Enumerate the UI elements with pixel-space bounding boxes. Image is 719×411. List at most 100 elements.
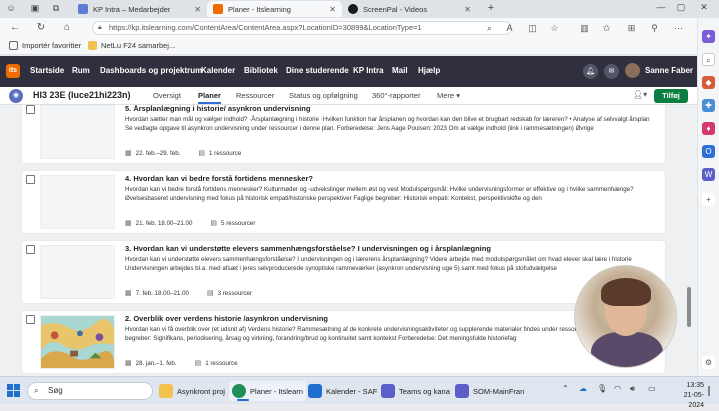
tab-status[interactable]: Status og opfølgning <box>289 91 358 100</box>
tools-icon[interactable]: ✚ <box>702 99 715 112</box>
messages-icon[interactable]: ✉ <box>604 64 619 79</box>
plan-card[interactable]: 4. Hvordan kan vi bedre forstå fortidens… <box>22 171 665 233</box>
url-field[interactable]: 🔒︎ https://kp.itslearning.com/ContentAre… <box>92 21 512 35</box>
plan-title[interactable]: 5. Årsplanlægning i historie/ asynkron u… <box>125 105 310 113</box>
plan-card[interactable]: 5. Årsplanlægning i historie/ asynkron u… <box>22 105 665 163</box>
person-menu-icon[interactable]: 👤︎▾ <box>633 90 647 99</box>
taskbar-app-outlook[interactable]: Kalender - SAF <box>305 381 380 401</box>
nav-dashboards[interactable]: Dashboards og projektrum <box>100 66 202 75</box>
back-icon[interactable]: ← <box>8 22 22 34</box>
profile-icon[interactable]: ☺ <box>5 2 17 14</box>
favorite-netlu[interactable]: NetLu F24 samarbej... <box>88 41 175 50</box>
close-tab-icon[interactable]: ✕ <box>321 5 336 14</box>
favorite-label: NetLu F24 samarbej... <box>101 41 176 50</box>
plan-meta: ▦ 22. feb.–29. feb. ▤ 1 ressource <box>125 149 241 158</box>
word-icon[interactable]: W <box>702 168 715 181</box>
wifi-icon[interactable]: ◠ <box>614 384 621 393</box>
user-menu[interactable]: Sanne Faber <box>625 63 693 78</box>
tab-screenpal[interactable]: ScreenPal - Videos ✕ <box>342 1 477 17</box>
plan-dates: 22. feb.–29. feb. <box>135 149 181 157</box>
plan-title[interactable]: 4. Hvordan kan vi bedre forstå fortidens… <box>125 174 313 183</box>
close-tab-icon[interactable]: ✕ <box>186 5 201 14</box>
favorite-import[interactable]: Importér favoritter <box>9 41 81 50</box>
read-aloud-icon[interactable]: A <box>503 22 516 34</box>
zoom-icon[interactable]: ⌕ <box>483 22 496 34</box>
close-tab-icon[interactable]: ✕ <box>456 5 471 14</box>
sidebar-settings-icon[interactable]: ⚙ <box>702 356 715 369</box>
course-sub-nav: ◉ HI3 23E (luce21hi223n) Oversigt Planer… <box>0 87 697 105</box>
favorite-star-icon[interactable]: ☆ <box>548 22 561 34</box>
maximize-icon[interactable]: ▢ <box>674 2 688 13</box>
refresh-icon[interactable]: ↻ <box>34 22 48 34</box>
taskbar-search[interactable]: ⌕ Søg <box>27 382 153 400</box>
browser-tab-strip: ☺ ▣ ⧉ KP Intra – Medarbejder ✕ Planer - … <box>0 0 719 18</box>
nav-kp-intra[interactable]: KP Intra <box>353 66 384 75</box>
tab-planer[interactable]: Planer <box>198 91 221 104</box>
address-bar-row: ← ↻ ⌂ 🔒︎ https://kp.itslearning.com/Cont… <box>0 18 697 38</box>
tab-ressourcer[interactable]: Ressourcer <box>236 91 274 100</box>
more-options-icon[interactable]: ⋯ <box>672 22 685 34</box>
plan-card[interactable]: 3. Hvordan kan vi understøtte elevers sa… <box>22 241 665 303</box>
plan-title[interactable]: 2. Overblik over verdens historie /asynk… <box>125 314 328 323</box>
plan-meta: ▦ 28. jan.–1. feb. ▤ 1 ressource <box>125 359 238 368</box>
taskbar-clock[interactable]: 13:35 21-05-2024 <box>670 381 704 411</box>
teams-meeting-icon <box>455 384 469 398</box>
plan-description: Hvordan kan vi understøtte elevers samme… <box>125 256 632 272</box>
course-title: HI3 23E (luce21hi223n) <box>33 90 131 100</box>
nav-bibliotek[interactable]: Bibliotek <box>244 66 278 75</box>
new-tab-button[interactable]: + <box>484 2 498 14</box>
favorites-icon[interactable]: ✩ <box>600 22 613 34</box>
plan-title[interactable]: 3. Hvordan kan vi understøtte elevers sa… <box>125 244 491 253</box>
taskbar-app-teams-meeting[interactable]: SOM-MainFran <box>452 381 527 401</box>
nav-dine-studerende[interactable]: Dine studerende <box>286 66 349 75</box>
windows-start-icon[interactable] <box>7 384 20 397</box>
page-scrollbar[interactable] <box>686 107 692 374</box>
tab-oversigt[interactable]: Oversigt <box>153 91 181 100</box>
plan-checkbox[interactable] <box>26 175 35 184</box>
presenter-hair <box>601 278 651 306</box>
extensions-icon[interactable]: ⚲ <box>648 22 661 34</box>
show-desktop-button[interactable] <box>708 386 710 396</box>
collections-icon[interactable]: ▣ <box>29 2 41 14</box>
world-map-illustration <box>41 316 114 368</box>
nav-rum[interactable]: Rum <box>72 66 90 75</box>
shopping-icon[interactable]: ◆ <box>702 76 715 89</box>
home-icon[interactable]: ⌂ <box>60 22 74 34</box>
tab-planer-itslearning[interactable]: Planer - Itslearning ✕ <box>207 1 342 17</box>
taskbar-app-explorer[interactable]: Asynkront proj <box>156 381 228 401</box>
plan-card[interactable]: 2. Overblik over verdens historie /asynk… <box>22 311 665 373</box>
split-screen-icon[interactable]: ◫ <box>526 22 539 34</box>
collections-toolbar-icon[interactable]: ⊞ <box>625 22 638 34</box>
battery-icon[interactable]: ▭ <box>648 384 656 393</box>
tab-kp-intra[interactable]: KP Intra – Medarbejder ✕ <box>72 1 207 17</box>
plan-checkbox[interactable] <box>26 105 35 114</box>
nav-hjaelp[interactable]: Hjælp <box>418 66 440 75</box>
games-icon[interactable]: ♦ <box>702 122 715 135</box>
notifications-icon[interactable]: 🔔︎ <box>583 64 598 79</box>
copilot-icon[interactable]: ✦ <box>702 30 715 43</box>
sidebar-icon[interactable]: ▥ <box>578 22 591 34</box>
tab-360-rapporter[interactable]: 360°-rapporter <box>372 91 420 100</box>
close-window-icon[interactable]: ✕ <box>697 2 711 13</box>
itslearning-logo[interactable]: its <box>6 64 20 78</box>
nav-kalender[interactable]: Kalender <box>201 66 235 75</box>
tab-mere[interactable]: Mere ▾ <box>437 91 460 100</box>
onedrive-icon[interactable]: ☁ <box>579 384 587 393</box>
search-sidebar-icon[interactable]: ⌕ <box>702 53 715 66</box>
course-icon[interactable]: ◉ <box>9 89 23 103</box>
plan-checkbox[interactable] <box>26 245 35 254</box>
add-sidebar-app-icon[interactable]: + <box>702 193 715 206</box>
tray-overflow-icon[interactable]: ⌃ <box>562 384 569 393</box>
tab-actions-icon[interactable]: ⧉ <box>50 2 62 14</box>
plan-checkbox[interactable] <box>26 315 35 324</box>
microphone-icon[interactable]: 🎙︎ <box>597 384 607 393</box>
volume-icon[interactable]: 🔊︎ <box>630 384 635 394</box>
outlook-icon[interactable]: O <box>702 145 715 158</box>
add-button[interactable]: Tilføj <box>654 89 688 103</box>
taskbar-app-teams[interactable]: Teams og kana <box>378 381 453 401</box>
scrollbar-thumb[interactable] <box>687 287 691 327</box>
minimize-icon[interactable]: — <box>654 2 668 12</box>
nav-mail[interactable]: Mail <box>392 66 408 75</box>
nav-startside[interactable]: Startside <box>30 66 64 75</box>
taskbar-app-edge[interactable]: Planer - Itslearn <box>229 381 306 401</box>
